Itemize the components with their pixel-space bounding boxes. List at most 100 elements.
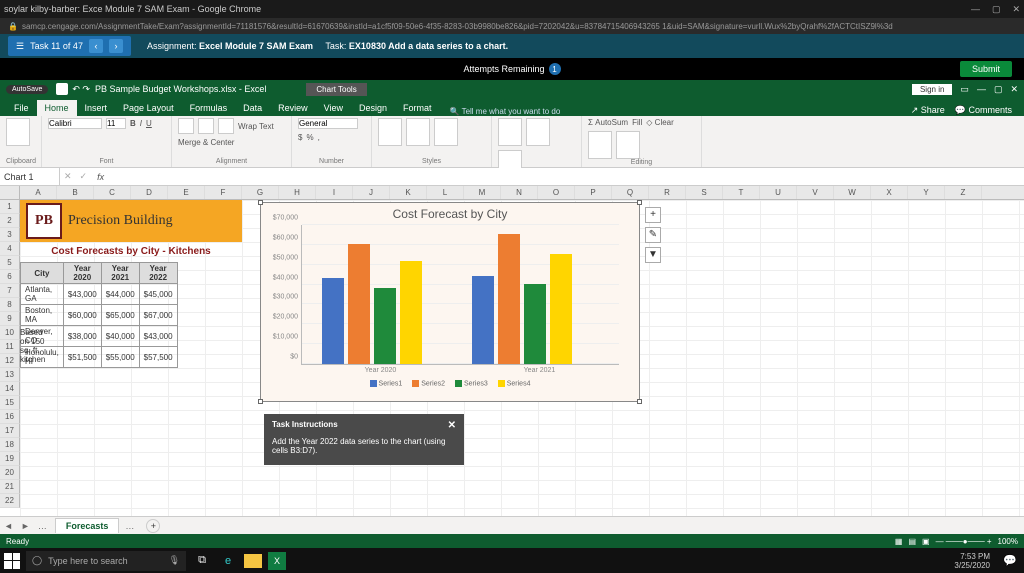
tab-insert[interactable]: Insert [77, 100, 116, 116]
select-all-cell[interactable] [0, 186, 20, 199]
column-header[interactable]: H [279, 186, 316, 199]
row-header[interactable]: 20 [0, 466, 20, 480]
th-city[interactable]: City [21, 263, 64, 284]
formula-input[interactable] [110, 168, 1024, 185]
chart-title[interactable]: Cost Forecast by City [261, 203, 639, 225]
zoom-slider[interactable]: — ───●─── + [936, 537, 992, 546]
column-header[interactable]: T [723, 186, 760, 199]
view-normal-icon[interactable]: ▦ [895, 537, 903, 546]
tab-home[interactable]: Home [37, 100, 77, 116]
excel-close-icon[interactable]: ✕ [1010, 84, 1018, 95]
tab-view[interactable]: View [316, 100, 351, 116]
column-header[interactable]: J [353, 186, 390, 199]
share-button[interactable]: ↗ Share [911, 105, 945, 116]
excel-min-icon[interactable]: — [977, 84, 986, 94]
font-name-input[interactable] [48, 118, 102, 129]
row-header[interactable]: 14 [0, 382, 20, 396]
fx-icon[interactable]: fx [91, 172, 110, 182]
resize-handle-sw[interactable] [258, 399, 263, 404]
view-layout-icon[interactable]: ▤ [908, 537, 916, 546]
edge-icon[interactable]: e [218, 551, 238, 571]
row-header[interactable]: 2 [0, 214, 20, 228]
insert-cells-button[interactable] [498, 118, 522, 146]
row-header[interactable]: 13 [0, 368, 20, 382]
tab-review[interactable]: Review [270, 100, 316, 116]
chart-styles-button[interactable]: ✎ [645, 227, 661, 243]
resize-handle-nw[interactable] [258, 200, 263, 205]
row-header[interactable]: 18 [0, 438, 20, 452]
th-2022[interactable]: Year 2022 [139, 263, 177, 284]
column-header[interactable]: W [834, 186, 871, 199]
chart-bar[interactable] [472, 276, 494, 364]
column-header[interactable]: S [686, 186, 723, 199]
chart-bar[interactable] [322, 278, 344, 364]
tab-page-layout[interactable]: Page Layout [115, 100, 182, 116]
row-header[interactable]: 3 [0, 228, 20, 242]
tab-formulas[interactable]: Formulas [182, 100, 236, 116]
tell-me-search[interactable]: 🔍 Tell me what you want to do [450, 107, 561, 116]
column-header[interactable]: E [168, 186, 205, 199]
cancel-formula-icon[interactable]: ✕ [60, 171, 76, 182]
comments-button[interactable]: 💬 Comments [955, 105, 1012, 116]
percent-button[interactable]: % [306, 133, 313, 142]
chart-bar[interactable] [348, 244, 370, 364]
chart-plot-area[interactable]: $0$10,000$20,000$30,000$40,000$50,000$60… [301, 225, 619, 365]
file-explorer-icon[interactable] [244, 554, 262, 568]
task-instructions-close-icon[interactable]: ✕ [448, 420, 456, 431]
align-center-button[interactable] [198, 118, 214, 134]
add-sheet-button[interactable]: + [146, 519, 160, 533]
worksheet-grid[interactable]: ABCDEFGHIJKLMNOPQRSTUVWXYZ 1234567891011… [0, 186, 1024, 516]
th-2020[interactable]: Year 2020 [63, 263, 101, 284]
row-header[interactable]: 12 [0, 354, 20, 368]
column-header[interactable]: M [464, 186, 501, 199]
excel-taskbar-icon[interactable]: X [268, 552, 286, 570]
wrap-text-button[interactable]: Wrap Text [238, 122, 274, 131]
column-header[interactable]: U [760, 186, 797, 199]
column-header[interactable]: Y [908, 186, 945, 199]
view-break-icon[interactable]: ▣ [922, 537, 930, 546]
row-header[interactable]: 15 [0, 396, 20, 410]
row-header[interactable]: 22 [0, 494, 20, 508]
paste-button[interactable] [6, 118, 30, 146]
chart-object[interactable]: Cost Forecast by City $0$10,000$20,000$3… [260, 202, 640, 402]
submit-button[interactable]: Submit [960, 61, 1012, 77]
column-header[interactable]: Z [945, 186, 982, 199]
cell-styles-button[interactable] [434, 118, 458, 146]
column-header[interactable]: V [797, 186, 834, 199]
column-header[interactable]: Q [612, 186, 649, 199]
excel-max-icon[interactable]: ▢ [994, 84, 1003, 95]
row-header[interactable]: 8 [0, 298, 20, 312]
system-clock[interactable]: 7:53 PM 3/25/2020 [954, 552, 994, 570]
chart-bar[interactable] [374, 288, 396, 364]
row-header[interactable]: 17 [0, 424, 20, 438]
row-header[interactable]: 21 [0, 480, 20, 494]
sheet-nav-next[interactable]: ► [17, 521, 34, 531]
row-header[interactable]: 19 [0, 452, 20, 466]
number-format-select[interactable] [298, 118, 358, 129]
column-header[interactable]: R [649, 186, 686, 199]
sheet-nav-more[interactable]: … [34, 521, 51, 531]
comma-button[interactable]: , [318, 133, 320, 142]
tab-data[interactable]: Data [235, 100, 270, 116]
zoom-level[interactable]: 100% [998, 537, 1018, 546]
row-header[interactable]: 9 [0, 312, 20, 326]
resize-handle-ne[interactable] [637, 200, 642, 205]
font-size-input[interactable] [106, 118, 126, 129]
row-header[interactable]: 1 [0, 200, 20, 214]
row-header[interactable]: 5 [0, 256, 20, 270]
chart-bar[interactable] [524, 284, 546, 364]
bold-button[interactable]: B [130, 119, 136, 128]
chart-elements-button[interactable]: + [645, 207, 661, 223]
column-header[interactable]: C [94, 186, 131, 199]
column-header[interactable]: L [427, 186, 464, 199]
chart-bar[interactable] [498, 234, 520, 364]
chart-bar[interactable] [400, 261, 422, 364]
tab-format[interactable]: Format [395, 100, 440, 116]
task-next-button[interactable]: › [109, 39, 123, 53]
window-maximize-icon[interactable]: ▢ [992, 4, 1001, 15]
chrome-urlbar[interactable]: 🔒 samcp.cengage.com/AssignmentTake/Exam?… [0, 18, 1024, 34]
task-view-icon[interactable]: ⧉ [192, 551, 212, 571]
enter-formula-icon[interactable]: ✓ [76, 171, 92, 182]
sheet-tab-forecasts[interactable]: Forecasts [55, 518, 120, 533]
notifications-icon[interactable]: 💬 [1000, 551, 1020, 571]
